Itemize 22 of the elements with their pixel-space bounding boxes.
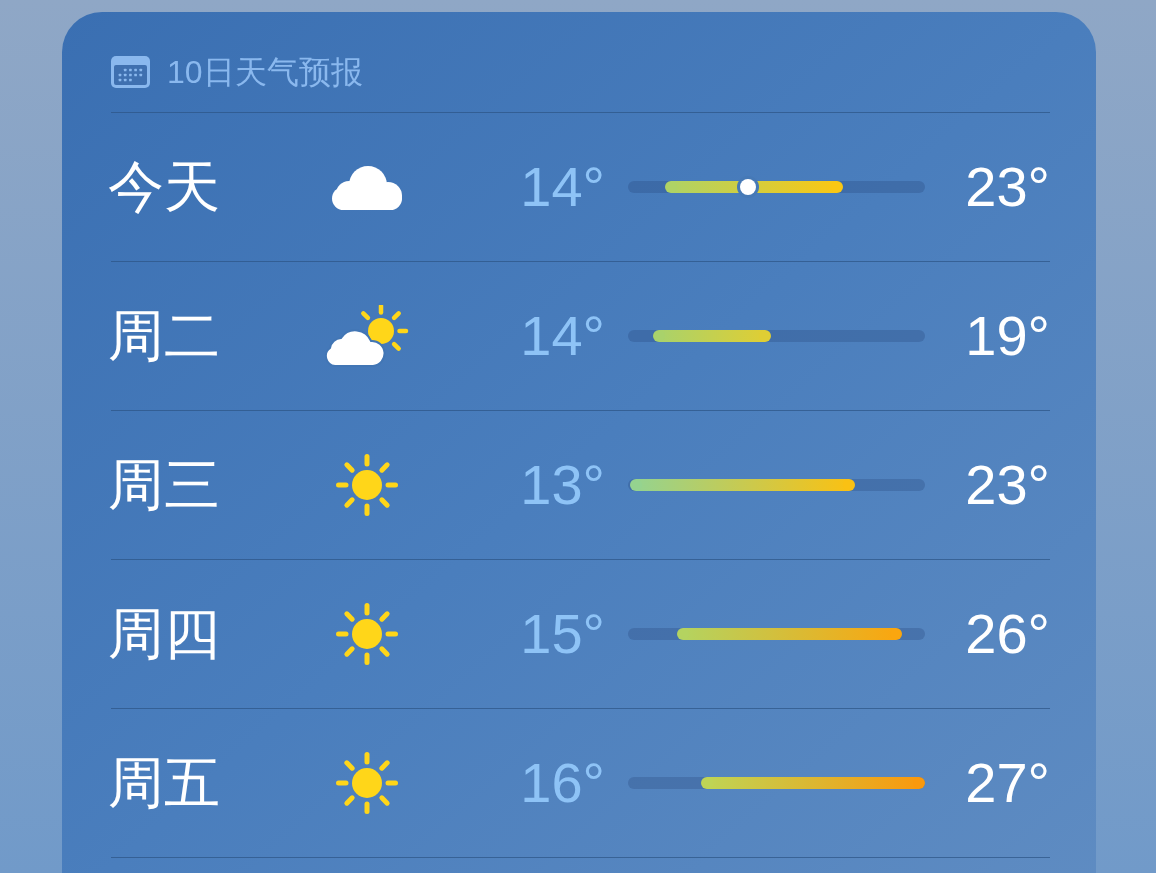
cloud-with-sun-icon [325, 305, 409, 367]
high-temperature: 26° [965, 602, 1050, 666]
high-temperature: 19° [965, 304, 1050, 368]
low-temperature: 14° [520, 155, 605, 219]
cloud-icon [332, 164, 402, 210]
sun-icon [336, 454, 398, 516]
day-label: 周五 [108, 751, 220, 814]
day-label: 今天 [108, 155, 220, 218]
forecast-title: 10日天气预报 [167, 54, 363, 90]
high-temperature: 23° [965, 155, 1050, 219]
day-label: 周三 [108, 453, 220, 516]
day-label: 周二 [108, 304, 220, 367]
sun-icon [336, 752, 398, 814]
sun-icon [336, 603, 398, 665]
low-temperature: 15° [520, 602, 605, 666]
day-label: 周四 [108, 602, 220, 665]
low-temperature: 16° [520, 751, 605, 815]
calendar-icon [111, 56, 150, 88]
low-temperature: 14° [520, 304, 605, 368]
low-temperature: 13° [520, 453, 605, 517]
high-temperature: 23° [965, 453, 1050, 517]
high-temperature: 27° [965, 751, 1050, 815]
